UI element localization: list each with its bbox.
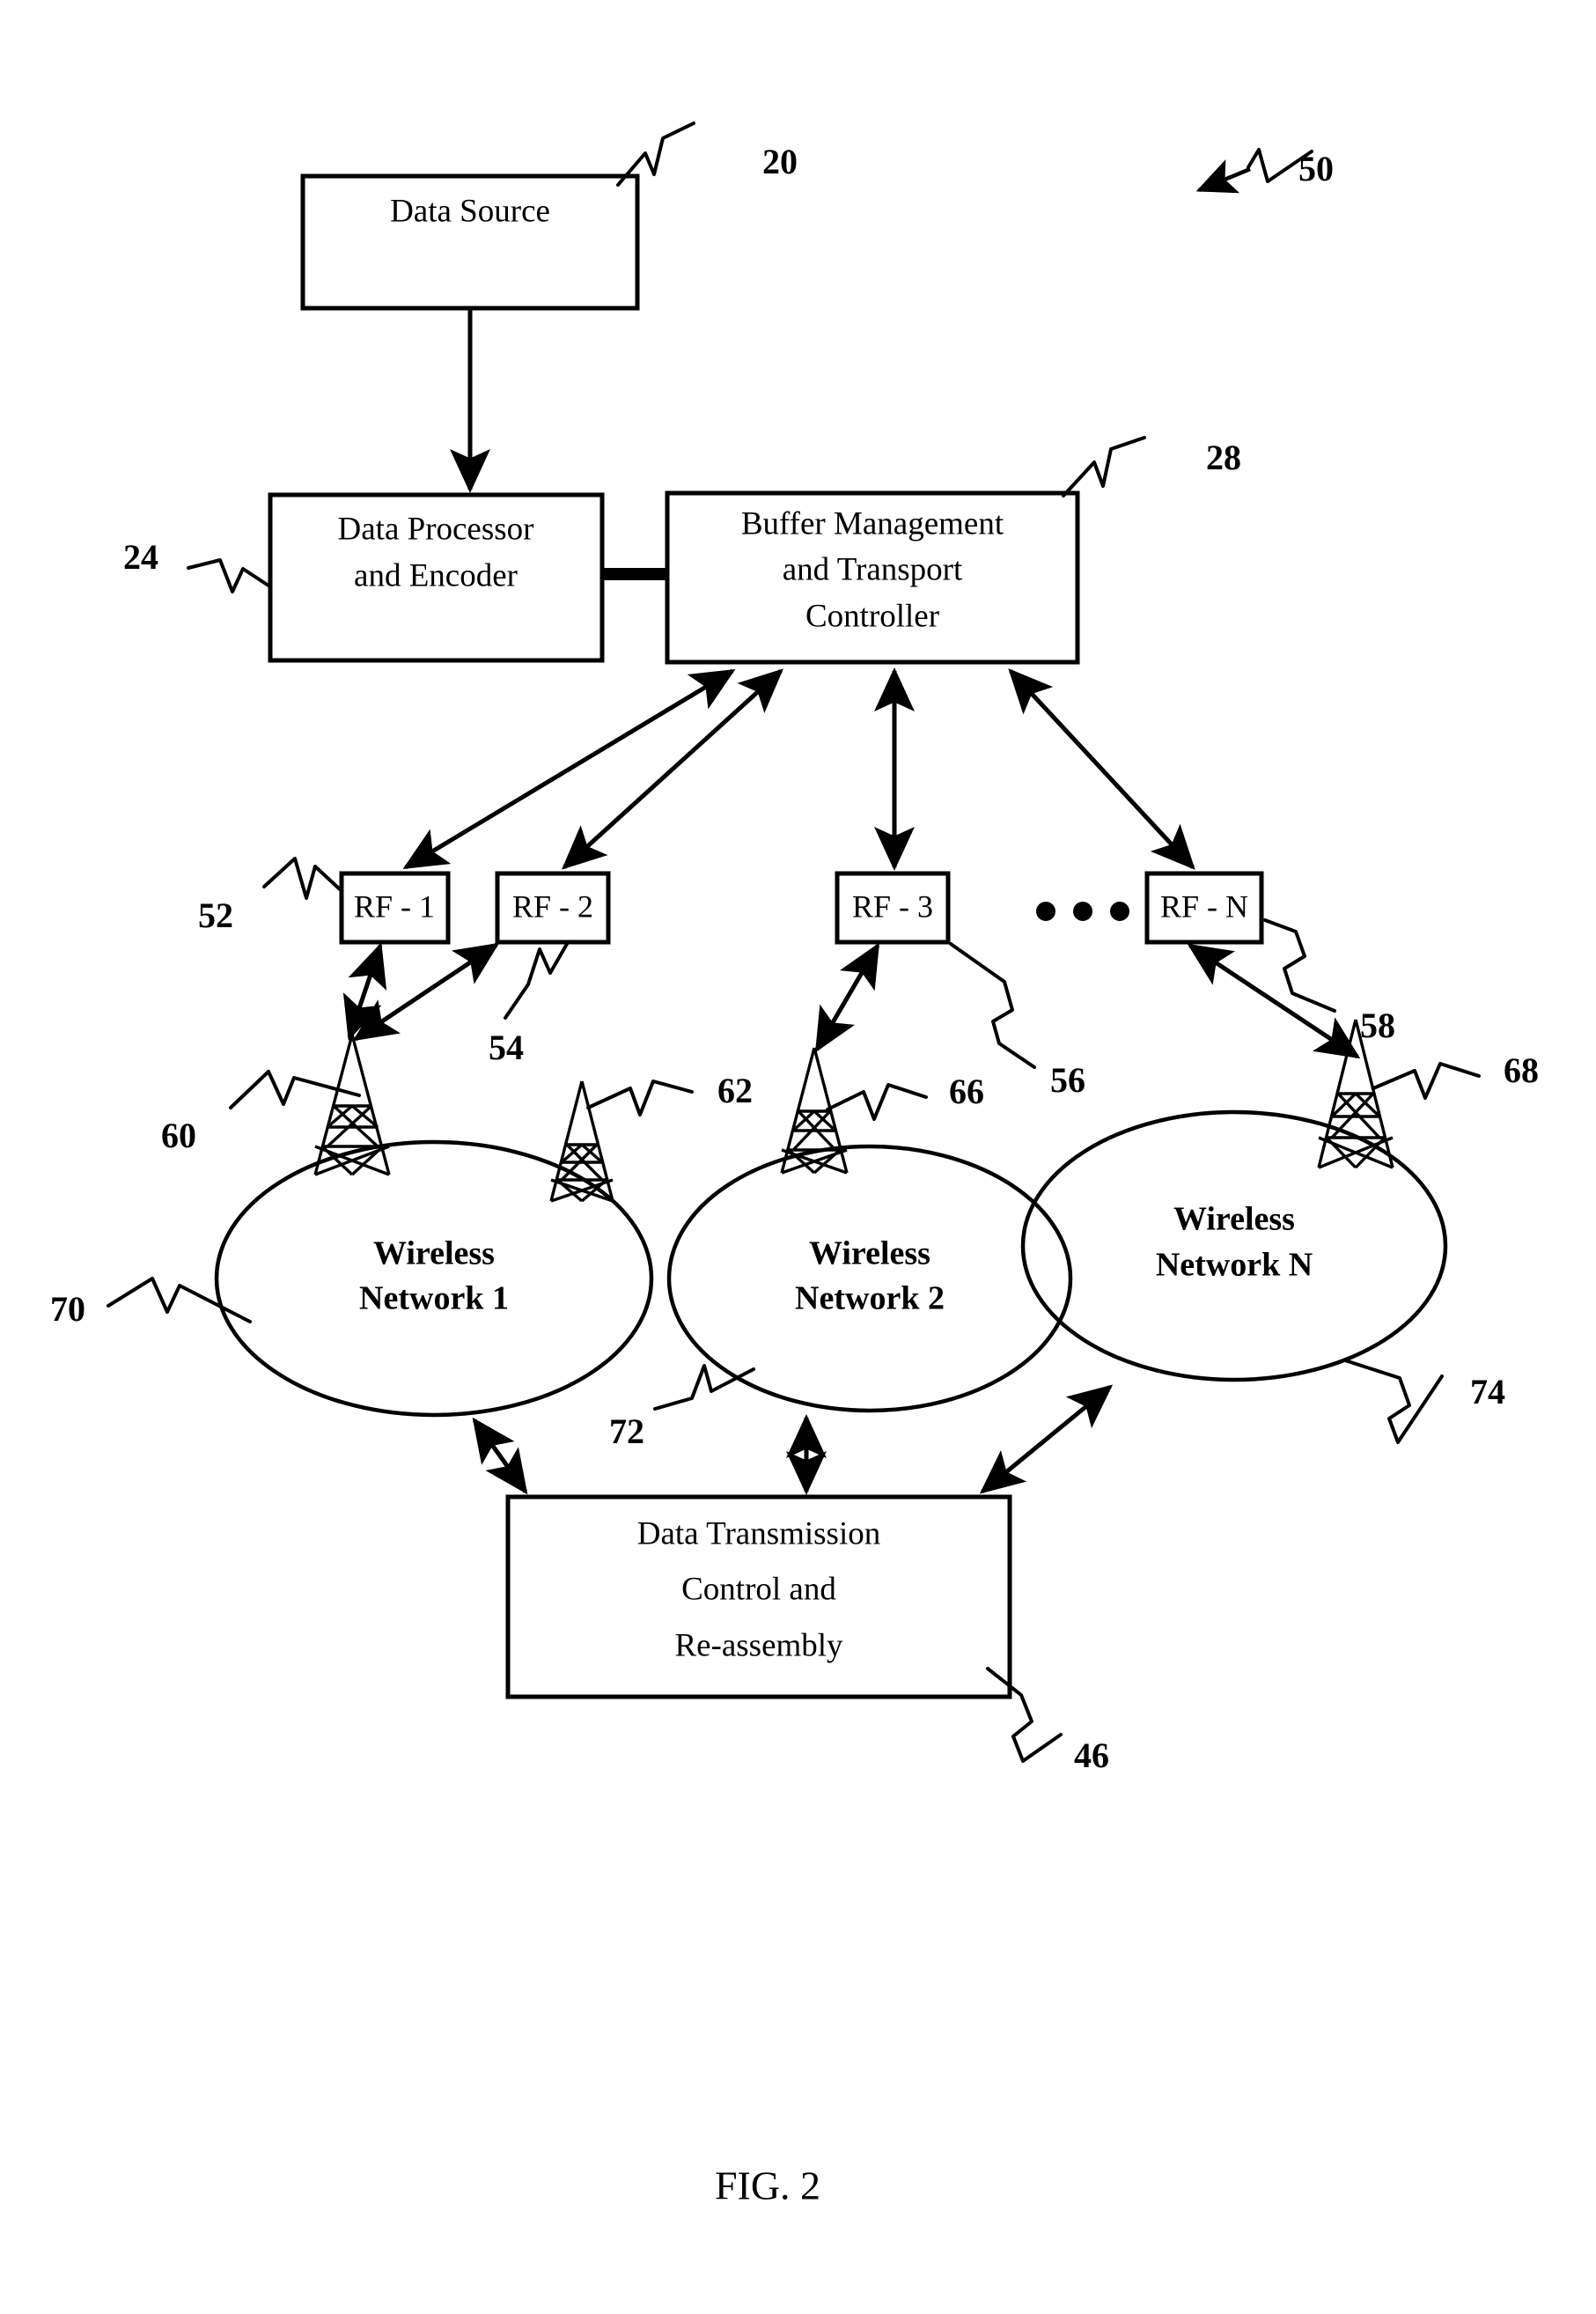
lead-line-66: 66 [826,1072,984,1121]
wireless-network-2-shape [666,1144,1073,1413]
ref-number-46: 46 [1074,1736,1109,1775]
box-rf-3[interactable]: RF - 3 [835,871,951,945]
ref-number-24: 24 [123,537,158,577]
box-rf-2[interactable]: RF - 2 [495,871,611,945]
box-data-source[interactable]: Data Source [300,173,640,311]
lead-line-72: 72 [609,1364,755,1451]
lead-line-52: 52 [198,857,342,935]
box-rf-1[interactable]: RF - 1 [339,871,451,945]
arrow-network1-to-control [472,1417,528,1495]
ellipse-wireless-network-1[interactable]: Wireless Network 1 [214,1139,654,1418]
rf-ellipsis [1036,902,1129,921]
patent-figure: Data Source 20 50 Data Processor and Enc… [0,0,1596,2314]
data-processor-label-line2: and Encoder [354,557,518,593]
box-data-transmission[interactable]: Data Transmission Control and Re-assembl… [505,1494,1012,1699]
arrow-buffer-to-rf1 [402,668,736,870]
buffer-controller-label-line2: and Transport [783,551,963,587]
rf-1-label: RF - 1 [354,888,435,924]
ref-number-52: 52 [198,895,233,935]
wireless-network-1-shape [214,1139,654,1418]
lead-line-28: 28 [1062,436,1241,497]
wireless-network-1-label-line2: Network 1 [359,1280,509,1317]
wireless-network-2-label-line1: Wireless [809,1235,930,1272]
lead-line-46: 46 [986,1667,1109,1775]
wireless-network-n-label-line1: Wireless [1173,1201,1295,1238]
ellipse-wireless-network-2[interactable]: Wireless Network 2 [666,1144,1073,1413]
ref-number-60: 60 [161,1116,196,1155]
ref-number-20: 20 [762,142,798,181]
data-source-label: Data Source [390,193,550,229]
buffer-controller-label-line3: Controller [805,598,939,634]
ellipse-wireless-network-n[interactable]: Wireless Network N [1020,1109,1448,1382]
lead-line-58: 58 [1263,918,1395,1045]
box-data-processor[interactable]: Data Processor and Encoder [268,492,605,663]
ref-number-56: 56 [1050,1060,1085,1100]
ref-number-72: 72 [609,1411,644,1451]
ref-number-68: 68 [1504,1050,1539,1090]
data-transmission-label-line3: Re-assembly [674,1627,843,1663]
box-buffer-controller[interactable]: Buffer Management and Transport Controll… [665,490,1080,665]
arrow-buffer-to-rf2 [562,668,783,870]
wireless-network-n-label-line2: Network N [1156,1247,1313,1284]
arrow-rfn-to-tower68 [1187,943,1361,1059]
data-processor-label-line1: Data Processor [338,511,534,547]
lead-line-50: 50 [1195,148,1334,194]
lead-line-24: 24 [123,537,270,593]
lead-line-20: 20 [616,122,798,187]
ref-number-58: 58 [1360,1006,1395,1045]
arrow-rf3-to-tower66 [814,942,880,1053]
lead-line-54: 54 [489,942,569,1067]
buffer-controller-label-line1: Buffer Management [741,505,1004,542]
ref-number-70: 70 [50,1289,85,1329]
lead-line-74: 74 [1343,1359,1505,1444]
data-transmission-label-line2: Control and [681,1571,836,1607]
data-transmission-label-line1: Data Transmission [637,1515,881,1551]
rf-n-label: RF - N [1160,888,1248,924]
figure-caption: FIG. 2 [715,2163,820,2208]
ref-number-54: 54 [489,1028,524,1067]
wireless-network-1-label-line1: Wireless [373,1235,495,1272]
ref-number-28: 28 [1206,438,1241,477]
figure-2-diagram: Data Source 20 50 Data Processor and Enc… [50,122,1539,2208]
lead-line-68: 68 [1372,1050,1539,1100]
ref-number-66: 66 [949,1072,984,1111]
box-rf-n[interactable]: RF - N [1144,871,1264,945]
arrow-buffer-to-rfn [1008,668,1195,870]
wireless-network-2-label-line2: Network 2 [795,1280,945,1317]
rf-2-label: RF - 2 [512,888,593,924]
ref-number-62: 62 [717,1071,753,1110]
rf-3-label: RF - 3 [852,888,933,924]
lead-line-62: 62 [586,1071,753,1116]
ref-number-74: 74 [1470,1372,1505,1411]
arrow-networkn-to-control [979,1384,1114,1494]
ref-number-50: 50 [1298,149,1334,188]
